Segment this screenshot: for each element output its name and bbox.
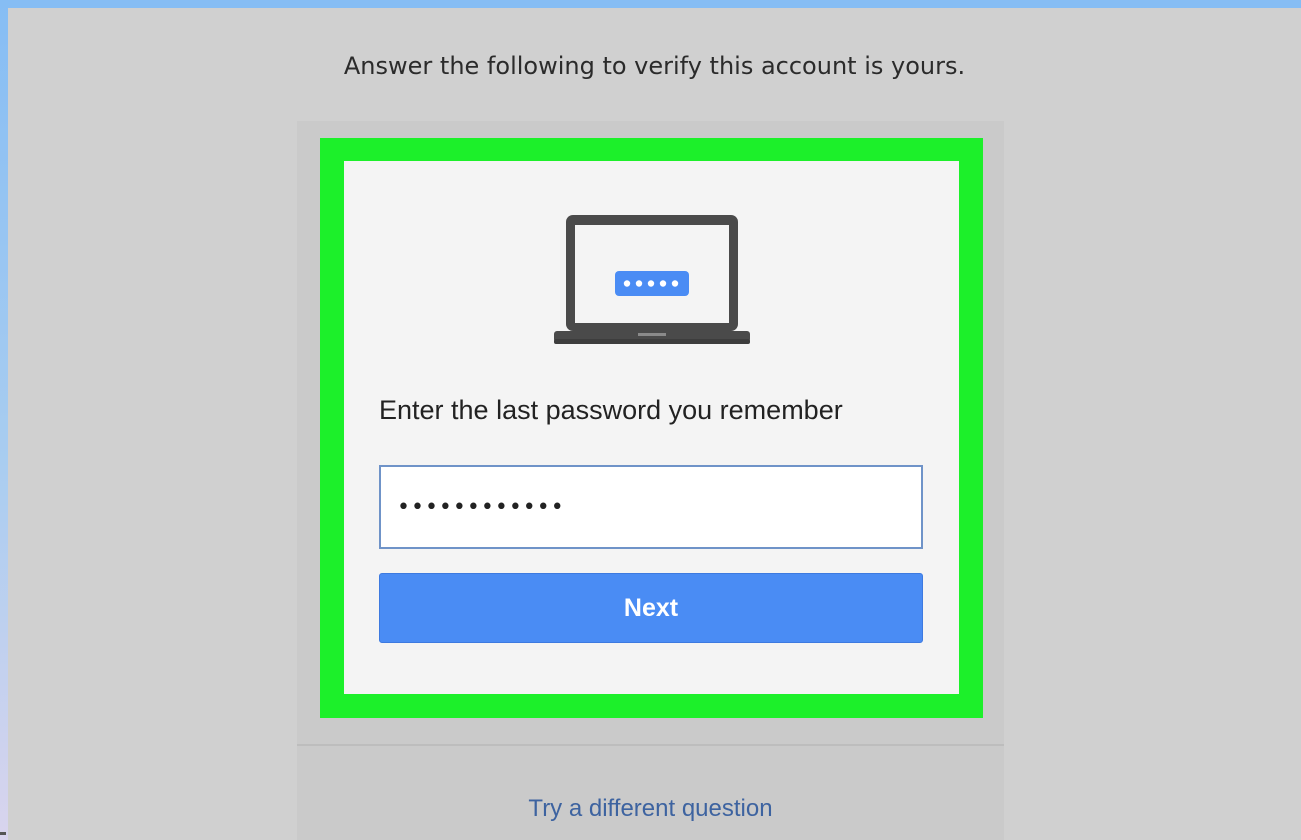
verification-instruction: Answer the following to verify this acco… <box>343 52 966 80</box>
divider <box>297 744 1004 746</box>
password-field[interactable] <box>379 465 923 549</box>
password-prompt: Enter the last password you remember <box>379 395 843 425</box>
page: Answer the following to verify this acco… <box>8 8 1301 840</box>
next-button[interactable]: Next <box>379 573 923 643</box>
try-different-question-link[interactable]: Try a different question <box>297 795 1004 823</box>
laptop-password-icon <box>554 215 750 344</box>
challenge-panel: Enter the last password you remember Nex… <box>344 161 959 694</box>
verification-card: Enter the last password you remember Nex… <box>297 121 1004 840</box>
highlight-frame: Enter the last password you remember Nex… <box>320 138 983 718</box>
window-edge-marker <box>0 832 6 835</box>
